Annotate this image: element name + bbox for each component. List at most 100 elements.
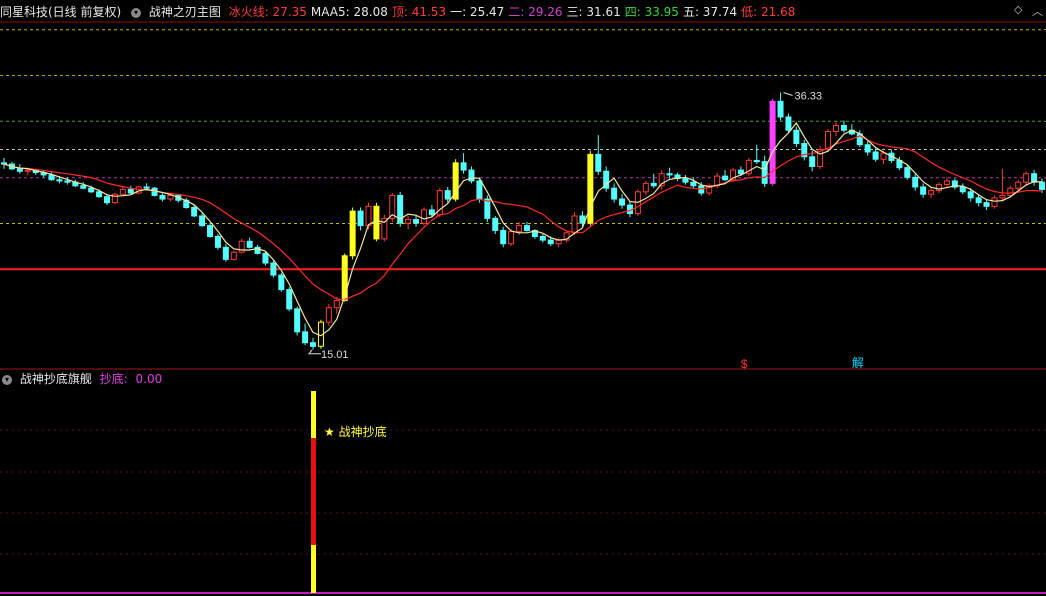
signal-bar-segment-1: [311, 438, 317, 545]
candle-body-21: [167, 194, 174, 200]
candle-body-87: [690, 181, 697, 187]
candle-body-26: [207, 225, 214, 237]
candle-body-24: [191, 207, 198, 217]
candle-body-123: [975, 197, 982, 204]
candle-body-20: [159, 194, 166, 200]
signal-bar-segment-0: [311, 391, 317, 438]
candle-body-43: [341, 255, 348, 301]
candle-body-102: [809, 156, 816, 167]
signal-bar-segment-2: [311, 545, 317, 593]
candle-body-0: [1, 162, 7, 165]
candle-body-8: [64, 180, 71, 183]
candle-body-25: [199, 215, 206, 227]
candle-body-10: [80, 185, 87, 189]
candle-body-130: [1031, 173, 1038, 183]
candle-body-27: [214, 235, 221, 248]
low-label: 15.01: [321, 349, 349, 361]
candle-body-106: [840, 124, 847, 131]
candle-body-128: [1015, 181, 1022, 189]
candle-body-124: [983, 202, 990, 207]
candle-body-82: [650, 182, 657, 187]
candle-body-81: [642, 182, 649, 193]
candle-body-115: [912, 176, 919, 188]
candle-body-53: [420, 209, 427, 224]
candle-body-86: [682, 178, 689, 183]
candle-body-60: [476, 180, 483, 200]
high-label: 36.33: [795, 90, 823, 102]
candle-body-2: [16, 168, 23, 172]
candle-body-15: [119, 188, 126, 195]
candle-body-114: [904, 167, 911, 178]
candle-body-105: [832, 124, 839, 132]
candle-body-28: [222, 246, 229, 260]
jie-marker: 解: [852, 356, 864, 370]
candle-body-51: [405, 219, 412, 224]
candle-body-61: [484, 198, 491, 219]
candle-body-65: [516, 225, 523, 233]
candle-body-110: [872, 151, 879, 160]
candle-body-13: [104, 196, 111, 204]
candle-body-111: [880, 152, 887, 160]
candle-body-36: [286, 289, 293, 310]
candle-body-127: [1007, 187, 1014, 196]
candle-body-38: [302, 331, 309, 344]
candle-body-98: [777, 100, 784, 118]
candle-body-100: [793, 129, 800, 145]
candle-body-44: [349, 210, 356, 257]
high-arrow: [783, 91, 793, 96]
candle-body-116: [920, 186, 927, 195]
candle-body-68: [539, 235, 546, 241]
candle-body-12: [96, 191, 103, 198]
candle-body-42: [333, 299, 340, 309]
candle-body-99: [785, 116, 792, 131]
candle-body-45: [357, 210, 364, 227]
candle-body-77: [611, 187, 618, 200]
candle-body-31: [246, 240, 253, 248]
candle-body-84: [666, 173, 673, 176]
candle-body-78: [619, 198, 626, 206]
candle-body-11: [88, 187, 95, 193]
candle-body-41: [325, 307, 332, 323]
candle-body-109: [864, 144, 871, 153]
candle-body-7: [56, 179, 63, 182]
candle-body-33: [262, 252, 269, 264]
candle-body-54: [428, 209, 435, 216]
candle-body-117: [928, 190, 935, 195]
candle-body-131: [1039, 181, 1045, 190]
candle-body-129: [1023, 173, 1030, 183]
candle-body-64: [508, 231, 515, 245]
candle-body-58: [460, 162, 467, 171]
candle-body-62: [492, 217, 499, 231]
candle-body-75: [595, 153, 602, 172]
candle-body-56: [444, 190, 451, 200]
candle-body-6: [48, 174, 55, 181]
low-arrow: [308, 349, 322, 355]
candle-body-39: [310, 342, 317, 347]
candle-body-35: [278, 274, 285, 291]
candle-body-3: [24, 169, 31, 172]
candle-body-122: [967, 191, 974, 199]
ma-red-line: [3, 135, 1043, 301]
stock-chart[interactable]: 36.33 15.01 $ 解 ★ 战神抄底: [0, 0, 1046, 596]
candle-body-63: [500, 229, 507, 245]
candle-body-47: [373, 205, 380, 240]
candle-body-125: [991, 197, 998, 207]
candle-body-93: [737, 169, 744, 175]
candle-body-37: [294, 308, 301, 333]
candle-body-119: [943, 180, 950, 186]
candle-body-18: [143, 186, 150, 189]
candle-body-72: [571, 215, 578, 234]
candle-body-126: [999, 194, 1006, 199]
candle-body-69: [547, 239, 554, 245]
candle-body-95: [753, 159, 760, 163]
candle-body-46: [365, 205, 372, 227]
candle-body-121: [959, 186, 966, 193]
signal-label: ★ 战神抄底: [324, 424, 387, 439]
candle-body-91: [722, 175, 729, 181]
candle-body-52: [413, 219, 420, 224]
candle-body-16: [127, 188, 134, 194]
dollar-marker: $: [741, 357, 748, 371]
candle-body-29: [230, 251, 237, 260]
candle-body-66: [523, 225, 530, 231]
candle-body-34: [270, 262, 277, 276]
